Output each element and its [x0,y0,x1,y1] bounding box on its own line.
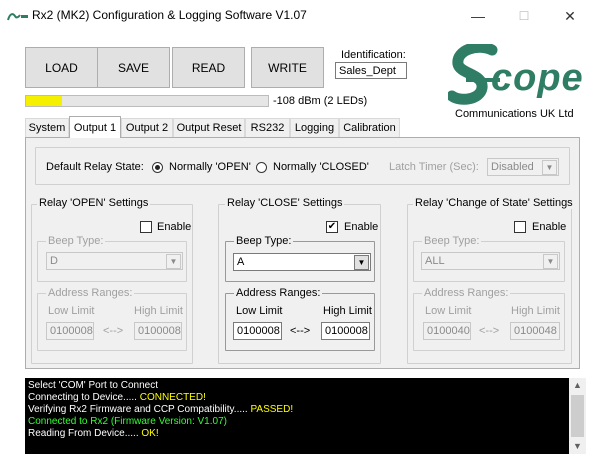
latch-timer-select[interactable]: Disabled ▼ [487,158,559,176]
brand-logo-text: cope [491,57,584,99]
log-scrollbar[interactable]: ▲ ▼ [569,378,586,454]
radio-normally-open[interactable] [152,162,163,173]
identification-field[interactable]: Sales_Dept [335,62,407,79]
relay-change-high-label: High Limit [511,305,560,317]
tab-rs232[interactable]: RS232 [245,118,290,137]
relay-change-high-input[interactable]: 0100048 [510,322,560,340]
relay-close-beep-label: Beep Type: [234,235,294,247]
relay-change-title: Relay 'Change of State' Settings [413,197,575,209]
log-line-text: Select 'COM' Port to Connect [28,380,158,391]
log-line: Select 'COM' Port to Connect [28,380,566,392]
relay-close-enable-checkbox[interactable]: ✔ [326,221,338,233]
write-button[interactable]: WRITE [251,47,324,88]
relay-open-high-label: High Limit [134,305,183,317]
relay-close-high-label: High Limit [323,305,372,317]
save-button[interactable]: SAVE [97,47,170,88]
relay-open-beep-value: D [50,255,58,267]
tab-output-1[interactable]: Output 1 [69,116,121,138]
close-button[interactable]: ✕ [547,0,593,32]
chevron-down-icon: ▼ [166,254,181,269]
brand-subtitle: Communications UK Ltd [455,108,574,120]
relay-change-address-label: Address Ranges: [422,287,511,299]
relay-change-range-arrow: <--> [479,325,500,337]
scroll-up-icon[interactable]: ▲ [569,378,586,393]
latch-timer-value: Disabled [491,161,534,173]
signal-strength-text: -108 dBm (2 LEDs) [273,95,368,107]
relay-change-beep-select[interactable]: ALL ▼ [421,252,560,270]
relay-close-high-input[interactable]: 0100008 [321,322,370,340]
default-relay-label: Default Relay State: [46,161,144,173]
relay-close-title: Relay 'CLOSE' Settings [225,197,345,209]
log-line-status: PASSED! [250,404,294,415]
relay-open-low-input[interactable]: 0100008 [46,322,94,340]
relay-close-beep-value: A [237,256,245,268]
log-line: Connecting to Device..... CONNECTED! [28,392,566,404]
log-line-text: Connecting to Device..... [28,392,140,403]
relay-change-beep-label: Beep Type: [422,235,482,247]
relay-open-address-label: Address Ranges: [46,287,135,299]
chevron-down-icon: ▼ [543,254,558,269]
tab-output-reset[interactable]: Output Reset [173,118,245,137]
log-line-status: CONNECTED! [139,392,206,403]
log-line: Connected to Rx2 (Firmware Version: V1.0… [28,416,566,428]
normally-closed-label: Normally 'CLOSED' [273,161,369,173]
tab-output-2[interactable]: Output 2 [121,118,173,137]
normally-open-label: Normally 'OPEN' [169,161,251,173]
radio-selected-dot [155,165,160,170]
relay-open-beep-select[interactable]: D ▼ [46,252,183,270]
relay-open-enable-label: Enable [157,221,192,233]
relay-open-beep-label: Beep Type: [46,235,106,247]
tab-logging[interactable]: Logging [290,118,339,137]
relay-close-enable-label: Enable [344,221,379,233]
relay-open-range-arrow: <--> [103,325,124,337]
scroll-thumb[interactable] [571,395,584,437]
log-line-text: Connected to Rx2 (Firmware Version: V1.0… [28,416,227,427]
signal-strength-bar [25,95,269,107]
relay-open-title: Relay 'OPEN' Settings [37,197,151,209]
log-line-text: Verifying Rx2 Firmware and CCP Compatibi… [28,404,251,415]
log-line: Reading From Device..... OK! [28,428,566,440]
log-line: Verifying Rx2 Firmware and CCP Compatibi… [28,404,566,416]
relay-close-low-label: Low Limit [236,305,283,317]
relay-open-low-label: Low Limit [48,305,95,317]
log-console[interactable]: Select 'COM' Port to Connect Connecting t… [25,378,569,454]
log-line-text: Reading From Device..... [28,428,142,439]
relay-change-beep-value: ALL [425,255,445,267]
relay-close-low-input[interactable]: 0100008 [233,322,282,340]
identification-label: Identification: [341,49,406,61]
chevron-down-icon: ▼ [542,160,557,175]
radio-normally-closed[interactable] [256,162,267,173]
window-title: Rx2 (MK2) Configuration & Logging Softwa… [32,8,307,22]
relay-close-range-arrow: <--> [290,325,311,337]
scroll-down-icon[interactable]: ▼ [569,439,586,454]
relay-change-enable-label: Enable [532,221,567,233]
relay-change-low-label: Low Limit [425,305,472,317]
signal-strength-fill [26,96,63,106]
app-logo-icon [7,13,28,21]
read-button[interactable]: READ [172,47,245,88]
latch-timer-label: Latch Timer (Sec): [389,161,479,173]
chevron-down-icon: ▼ [354,255,369,270]
relay-change-enable-checkbox[interactable] [514,221,526,233]
minimize-button[interactable]: — [455,0,501,32]
relay-change-low-input[interactable]: 0100040 [423,322,471,340]
title-bar: Rx2 (MK2) Configuration & Logging Softwa… [0,0,595,32]
relay-open-enable-checkbox[interactable] [140,221,152,233]
maximize-button[interactable]: ☐ [501,0,547,32]
relay-open-high-input[interactable]: 0100008 [134,322,182,340]
load-button[interactable]: LOAD [25,47,98,88]
log-line-status: OK! [141,428,159,439]
relay-close-address-label: Address Ranges: [234,287,323,299]
tab-system[interactable]: System [25,118,69,137]
tab-calibration[interactable]: Calibration [339,118,400,137]
relay-close-beep-select[interactable]: A ▼ [233,253,371,271]
